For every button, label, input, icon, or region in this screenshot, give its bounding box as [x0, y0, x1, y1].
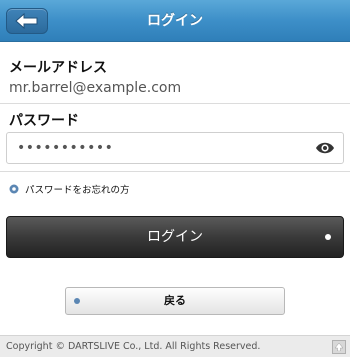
login-button-label: ログイン: [147, 229, 203, 245]
email-value: mr.barrel@example.com: [9, 80, 182, 96]
password-label: パスワード: [9, 113, 79, 129]
copyright-text: Copyright © DARTSLIVE Co., Ltd. All Righ…: [6, 341, 261, 352]
forgot-password-link[interactable]: パスワードをお忘れの方: [9, 182, 130, 196]
app-header: ログイン: [0, 0, 350, 42]
password-field[interactable]: •••••••••••: [6, 132, 344, 164]
login-button[interactable]: ログイン: [6, 216, 344, 258]
scroll-top-icon: [335, 343, 343, 351]
email-label: メールアドレス: [9, 60, 107, 76]
divider: [0, 103, 350, 104]
footer: Copyright © DARTSLIVE Co., Ltd. All Righ…: [0, 335, 350, 357]
return-button-label: 戻る: [164, 294, 186, 307]
dot-icon: [325, 234, 331, 240]
page-title: ログイン: [147, 13, 203, 29]
password-value: •••••••••••: [17, 140, 114, 156]
divider: [0, 171, 350, 172]
forgot-password-label: パスワードをお忘れの方: [25, 185, 130, 196]
eye-icon[interactable]: [315, 140, 335, 156]
scroll-top-button[interactable]: [332, 340, 346, 354]
return-button[interactable]: 戻る: [65, 287, 285, 315]
circle-bullet-icon: [9, 184, 19, 194]
